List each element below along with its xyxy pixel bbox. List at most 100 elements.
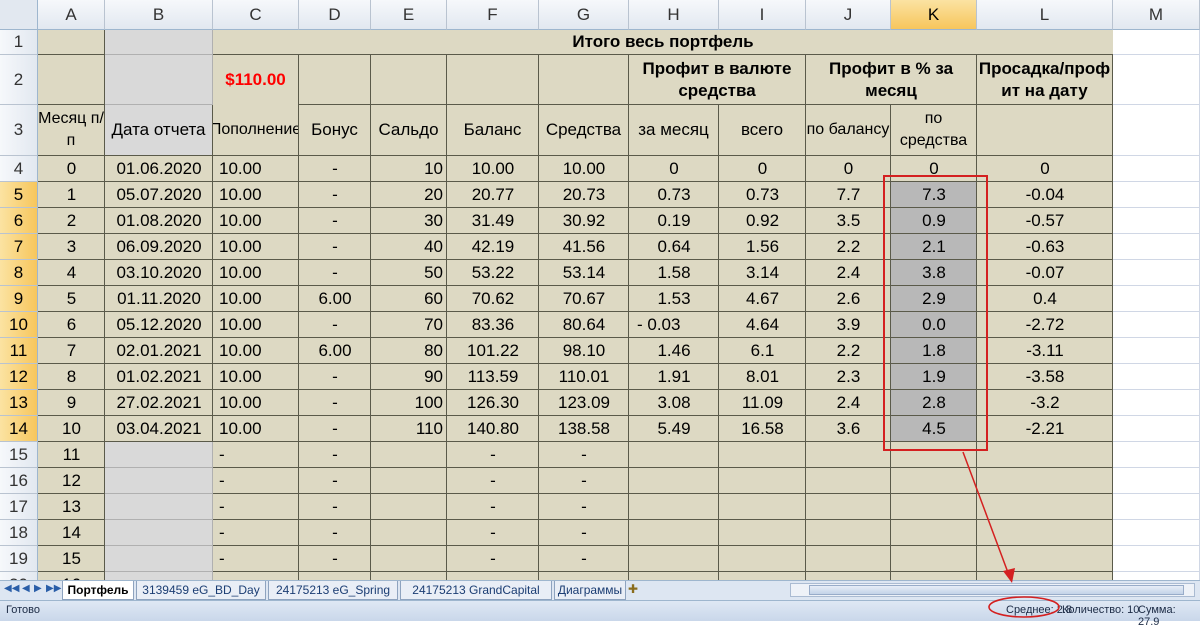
grid-cell[interactable] [38, 55, 105, 105]
grid-cell[interactable] [1113, 30, 1200, 55]
first-sheet-icon[interactable]: ◀◀ [4, 583, 19, 594]
row-header-8[interactable]: 8 [0, 260, 38, 286]
grid-cell[interactable] [105, 30, 213, 55]
column-header-a[interactable]: A [38, 0, 105, 30]
sheet-tab-3[interactable]: 24175213 eG_Spring [268, 581, 398, 600]
row-header-10[interactable]: 10 [0, 312, 38, 338]
column-header-g[interactable]: G [539, 0, 629, 30]
grid-cell[interactable] [1113, 286, 1200, 312]
portfolio-title: Итого весь портфель [213, 30, 1113, 55]
row-header-15[interactable]: 15 [0, 442, 38, 468]
table-cell: 1.46 [657, 341, 691, 360]
grid-cell[interactable] [1113, 260, 1200, 286]
column-header-i[interactable]: I [719, 0, 806, 30]
sheet-tab-5[interactable]: Диаграммы [554, 581, 626, 600]
grid-cell[interactable] [1113, 182, 1200, 208]
sheet-tab-1[interactable]: Портфель [62, 581, 134, 600]
row-header-4[interactable]: 4 [0, 156, 38, 182]
status-ready: Готово [6, 604, 40, 616]
table-cell: 9 [66, 393, 77, 412]
grid-cell[interactable] [539, 55, 629, 105]
grid-cell[interactable] [1113, 234, 1200, 260]
table-cell: 53.22 [471, 263, 515, 282]
column-header-k[interactable]: K [891, 0, 977, 30]
row-header-18[interactable]: 18 [0, 520, 38, 546]
table-cell [299, 572, 371, 580]
table-cell: - [490, 549, 496, 568]
table-cell [806, 494, 891, 520]
row-header-3[interactable]: 3 [0, 105, 38, 156]
grid-cell[interactable] [1113, 312, 1200, 338]
row-header-2[interactable]: 2 [0, 55, 38, 105]
table-cell [371, 494, 447, 520]
column-header-h[interactable]: H [629, 0, 719, 30]
column-header-m[interactable]: M [1113, 0, 1200, 30]
table-cell: - [581, 497, 587, 516]
spreadsheet-grid[interactable]: A B C D E F G H I J K L M 1 2 3 4 5 6 7 8 9 10 11 12 13 14 15 16 17 18… [0, 0, 1200, 580]
table-cell: - [219, 497, 225, 516]
row-header-16[interactable]: 16 [0, 468, 38, 494]
column-header-j[interactable]: J [806, 0, 891, 30]
table-cell: - [332, 315, 338, 334]
select-all-corner[interactable] [0, 0, 38, 30]
table-cell: - [581, 523, 587, 542]
table-cell: -3.58 [1025, 367, 1065, 386]
last-sheet-icon[interactable]: ▶▶ [46, 583, 61, 594]
grid-cell[interactable] [1113, 494, 1200, 520]
table-cell: 0 [669, 159, 679, 178]
scrollbar-thumb[interactable] [809, 585, 1184, 595]
insert-sheet-icon[interactable]: ✚ [628, 582, 638, 596]
row-header-5[interactable]: 5 [0, 182, 38, 208]
grid-cell[interactable] [1113, 416, 1200, 442]
row-header-9[interactable]: 9 [0, 286, 38, 312]
row-header-13[interactable]: 13 [0, 390, 38, 416]
horizontal-scrollbar[interactable] [790, 583, 1195, 597]
column-header-l[interactable]: L [977, 0, 1113, 30]
column-header-b[interactable]: B [105, 0, 213, 30]
sheet-tab-2[interactable]: 3139459 eG_BD_Day [136, 581, 266, 600]
grid-cell[interactable] [1113, 105, 1200, 156]
grid-cell[interactable] [1113, 364, 1200, 390]
row-header-11[interactable]: 11 [0, 338, 38, 364]
grid-cell[interactable] [371, 55, 447, 105]
row-header-17[interactable]: 17 [0, 494, 38, 520]
prev-sheet-icon[interactable]: ◀ [22, 583, 30, 594]
saldo-header: Сальдо [371, 105, 447, 156]
column-header-c[interactable]: C [213, 0, 299, 30]
grid-cell[interactable] [1113, 468, 1200, 494]
row-header-12[interactable]: 12 [0, 364, 38, 390]
grid-cell[interactable] [447, 55, 539, 105]
grid-cell[interactable] [38, 30, 105, 55]
table-cell [806, 468, 891, 494]
grid-cell[interactable] [105, 55, 213, 105]
status-count: Количество: 10 [1062, 604, 1140, 616]
grid-cell[interactable] [1113, 572, 1200, 580]
grid-cell[interactable] [1113, 208, 1200, 234]
grid-cell[interactable] [1113, 520, 1200, 546]
sheet-tab-4[interactable]: 24175213 GrandCapital [400, 581, 552, 600]
row-header-19[interactable]: 19 [0, 546, 38, 572]
grid-cell[interactable] [1113, 442, 1200, 468]
grid-cell[interactable] [1113, 55, 1200, 105]
row-header-1[interactable]: 1 [0, 30, 38, 55]
table-cell: 0.19 [657, 211, 691, 230]
next-sheet-icon[interactable]: ▶ [34, 583, 42, 594]
drawdown-header: Просадка/профит на дату [977, 55, 1113, 105]
table-cell [891, 546, 977, 572]
grid-cell[interactable] [1113, 390, 1200, 416]
table-cell: 2.1 [922, 237, 946, 256]
grid-cell[interactable] [299, 55, 371, 105]
row-header-6[interactable]: 6 [0, 208, 38, 234]
grid-cell[interactable] [1113, 156, 1200, 182]
grid-cell[interactable] [977, 105, 1113, 156]
row-header-14[interactable]: 14 [0, 416, 38, 442]
table-cell: 02.01.2021 [116, 341, 202, 360]
grid-cell[interactable] [1113, 546, 1200, 572]
column-header-f[interactable]: F [447, 0, 539, 30]
row-header-20[interactable]: 20 [0, 572, 38, 580]
row-header-7[interactable]: 7 [0, 234, 38, 260]
column-header-d[interactable]: D [299, 0, 371, 30]
table-cell: 50 [424, 263, 443, 282]
column-header-e[interactable]: E [371, 0, 447, 30]
grid-cell[interactable] [1113, 338, 1200, 364]
